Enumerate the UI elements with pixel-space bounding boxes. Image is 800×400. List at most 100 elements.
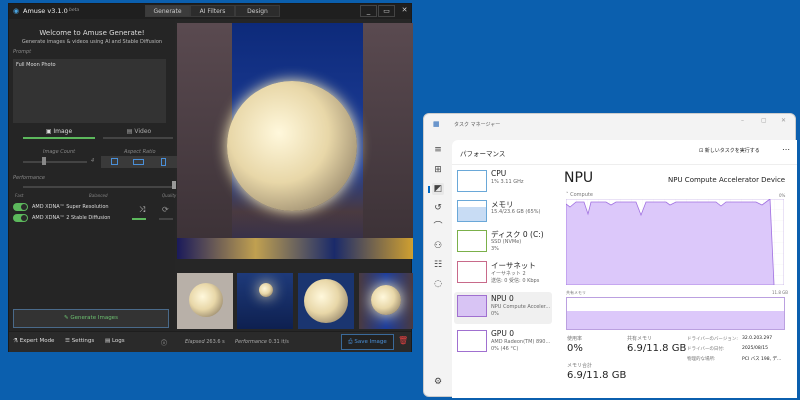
active-indicator xyxy=(428,186,430,193)
services-icon[interactable]: ◌ xyxy=(432,278,444,290)
mode-video-indicator xyxy=(103,137,173,139)
item-sub2: 送信: 0 受信: 0 Kbps xyxy=(491,278,540,284)
logs-button[interactable]: ▤ Logs xyxy=(105,338,125,344)
more-options-button[interactable]: ⋯ xyxy=(782,145,790,154)
prompt-input[interactable]: Full Moon Photo xyxy=(13,59,166,123)
processes-icon[interactable]: ⊞ xyxy=(432,164,444,176)
run-new-task-button[interactable]: ⊡ 新しいタスクを実行する xyxy=(699,147,760,154)
disk-mini-graph xyxy=(457,230,487,252)
item-sub2: 0% xyxy=(491,311,499,317)
title-bar: ◉ Amuse v3.1.0 beta Generate AI Filters … xyxy=(9,4,411,19)
mode-video-tab[interactable]: ▤ Video xyxy=(103,128,175,135)
app-history-icon[interactable]: ↺ xyxy=(432,202,444,214)
refresh-indicator xyxy=(159,218,173,220)
memory-mini-graph xyxy=(457,200,487,222)
aspect-square-button[interactable] xyxy=(111,158,118,165)
expert-label: Expert Mode xyxy=(19,338,55,344)
item-sub: 15.4/23.6 GB (65%) xyxy=(491,209,541,215)
tm-close-button[interactable]: ✕ xyxy=(781,117,786,124)
logs-label: Logs xyxy=(111,338,125,344)
moon xyxy=(227,81,357,211)
performance-icon[interactable]: ◩ xyxy=(432,183,444,195)
perf-item-ethernet[interactable]: イーサネット イーサネット 2 送信: 0 受信: 0 Kbps xyxy=(454,258,552,290)
performance-slider[interactable] xyxy=(23,186,173,188)
mode-image-tab[interactable]: ▣ Image xyxy=(23,128,95,135)
thumbnail-3[interactable] xyxy=(298,273,354,329)
generated-image-preview[interactable] xyxy=(177,23,413,259)
item-name: NPU 0 xyxy=(491,294,514,303)
driver-date-label: ドライバーの日付: xyxy=(687,347,725,352)
tab-design[interactable]: Design xyxy=(235,5,280,17)
performance-thumb[interactable] xyxy=(172,181,176,189)
settings-button[interactable]: ☰ Settings xyxy=(65,338,94,344)
refresh-icon[interactable]: ⟳ xyxy=(162,205,169,214)
mode-image-indicator xyxy=(23,137,95,139)
beta-label: beta xyxy=(69,8,80,13)
shared-mem-value: 6.9/11.8 GB xyxy=(627,343,687,354)
aspect-ratio-selector xyxy=(101,156,177,168)
maximize-button[interactable]: ▭ xyxy=(378,5,395,17)
settings-icon: ☰ xyxy=(65,338,72,344)
thumbnail-2[interactable] xyxy=(237,273,293,329)
tm-title: タスク マネージャー xyxy=(454,122,501,128)
location-value: PCI バス 198, デ... xyxy=(742,357,782,362)
section-title: パフォーマンス xyxy=(460,150,506,158)
item-sub2: 3% xyxy=(491,246,499,252)
thumbnail-4[interactable] xyxy=(359,273,413,329)
close-button[interactable]: ✕ xyxy=(396,5,413,17)
stable-diffusion-toggle[interactable] xyxy=(13,214,28,222)
users-icon[interactable]: ⚇ xyxy=(432,240,444,252)
minimize-button[interactable]: _ xyxy=(360,5,377,17)
ethernet-mini-graph xyxy=(457,261,487,283)
right-tower xyxy=(363,23,413,259)
perf-item-gpu[interactable]: GPU 0 AMD Radeon(TM) 890... 0% (46 °C) xyxy=(454,327,552,359)
image-count-thumb[interactable] xyxy=(42,157,46,165)
image-count-slider[interactable] xyxy=(23,161,87,163)
item-sub: NPU Compute Acceler... xyxy=(491,304,551,310)
gpu-mini-graph xyxy=(457,330,487,352)
expert-mode-button[interactable]: ⚗ Expert Mode xyxy=(13,338,54,344)
tm-minimize-button[interactable]: – xyxy=(741,117,744,124)
logs-icon: ▤ xyxy=(105,338,112,344)
item-sub: AMD Radeon(TM) 890... xyxy=(491,339,551,345)
expert-icon: ⚗ xyxy=(13,338,20,344)
compute-label-text: Compute xyxy=(570,192,593,198)
thumb-moon xyxy=(304,279,348,323)
info-icon[interactable]: ⓘ xyxy=(161,338,167,347)
image-count-label: Image Count xyxy=(43,149,76,155)
perf-item-disk[interactable]: ディスク 0 (C:) SSD (NVMe) 3% xyxy=(454,227,552,259)
thumb-moon xyxy=(189,283,223,317)
perf-stat-value: 0.31 it/s xyxy=(268,339,289,345)
shuffle-icon[interactable]: ⤨ xyxy=(139,205,145,215)
item-name: GPU 0 xyxy=(491,329,514,338)
perf-item-npu[interactable]: NPU 0 NPU Compute Acceler... 0% xyxy=(454,292,552,324)
aspect-portrait-button[interactable] xyxy=(161,158,166,166)
shuffle-indicator xyxy=(132,218,146,220)
tab-ai-filters[interactable]: AI Filters xyxy=(190,5,235,17)
perf-item-memory[interactable]: メモリ 15.4/23.6 GB (65%) xyxy=(454,197,552,229)
task-manager-window: ▦ タスク マネージャー – ▢ ✕ ≡ ⊞ ◩ ↺ ⌒ ⚇ ☷ ◌ ⚙ パフォ… xyxy=(423,113,797,398)
settings-gear-icon[interactable]: ⚙ xyxy=(432,376,444,388)
npu-mini-graph xyxy=(457,295,487,317)
elapsed-value: 263.6 s xyxy=(206,339,225,345)
super-resolution-toggle[interactable] xyxy=(13,203,28,211)
generate-label: Generate Images xyxy=(70,315,118,321)
tab-generate[interactable]: Generate xyxy=(145,5,190,17)
aspect-landscape-button[interactable] xyxy=(133,159,144,165)
super-resolution-label: AMD XDNA™ Super Resolution xyxy=(32,204,109,210)
left-tower xyxy=(177,23,232,259)
perf-fast-label: Fast xyxy=(15,193,24,198)
delete-icon[interactable]: 🗑 xyxy=(398,336,408,345)
save-image-button[interactable]: ⎙ Save Image xyxy=(341,334,394,350)
thumb-moon xyxy=(259,283,273,297)
generate-images-button[interactable]: ✎ Generate Images xyxy=(13,309,169,328)
startup-icon[interactable]: ⌒ xyxy=(432,221,444,233)
hamburger-menu-icon[interactable]: ≡ xyxy=(432,144,444,156)
mode-video-label: Video xyxy=(134,128,152,135)
thumb-moon xyxy=(371,285,401,315)
shared-memory-graph xyxy=(566,297,785,330)
thumbnail-1[interactable] xyxy=(177,273,233,329)
tm-maximize-button[interactable]: ▢ xyxy=(761,117,767,124)
perf-item-cpu[interactable]: CPU 1% 3.11 GHz xyxy=(454,167,552,199)
details-icon[interactable]: ☷ xyxy=(432,259,444,271)
